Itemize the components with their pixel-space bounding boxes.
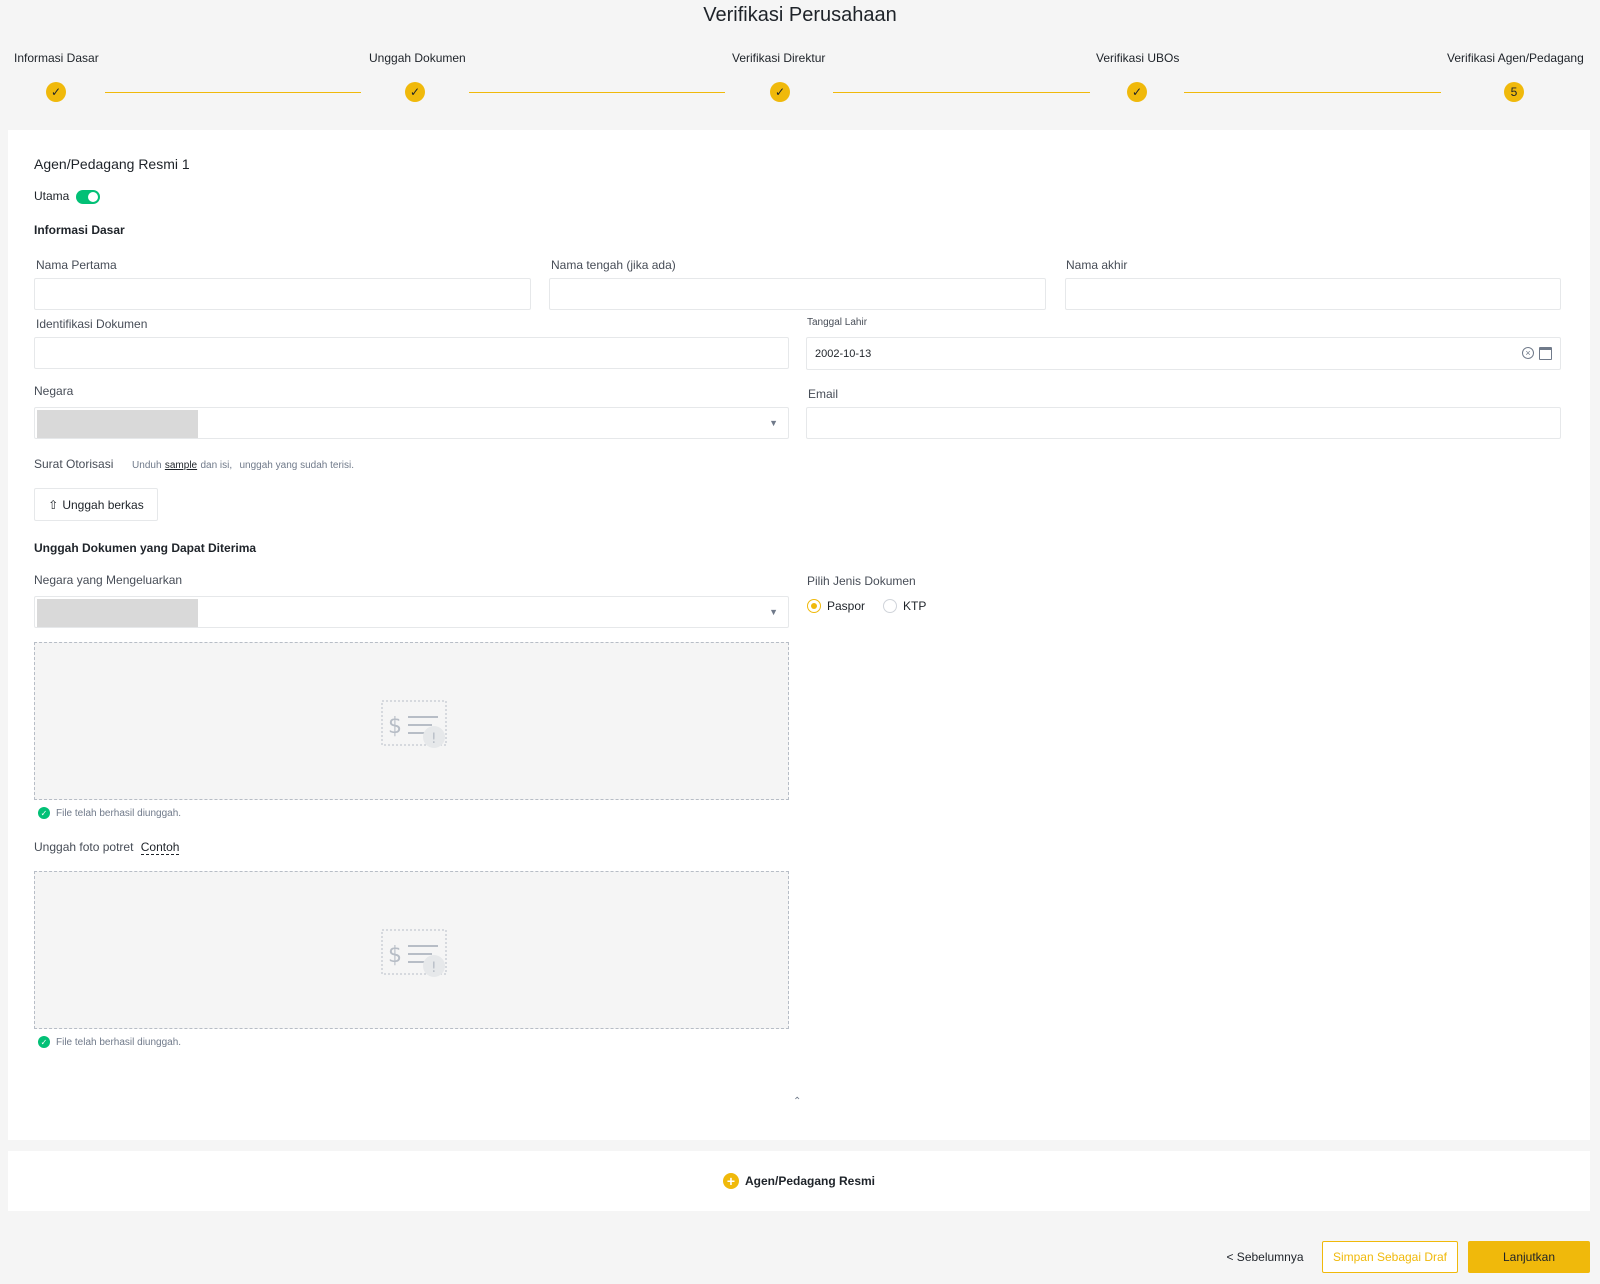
primary-label: Utama bbox=[34, 189, 70, 203]
success-check-icon: ✓ bbox=[38, 1036, 50, 1048]
first-name-label: Nama Pertama bbox=[36, 258, 117, 272]
document-placeholder-icon: $ ! bbox=[381, 929, 447, 977]
first-name-input[interactable] bbox=[34, 278, 531, 310]
chevron-down-icon: ▼ bbox=[769, 607, 778, 617]
step-label-verifikasi-direktur: Verifikasi Direktur bbox=[732, 51, 826, 65]
document-type-radios: Paspor KTP bbox=[807, 599, 926, 613]
country-label: Negara bbox=[34, 384, 74, 398]
upload-icon: ⇧ bbox=[48, 497, 59, 512]
step-number-badge: 5 bbox=[1504, 82, 1524, 102]
calendar-icon[interactable] bbox=[1539, 347, 1552, 360]
middle-name-label: Nama tengah (jika ada) bbox=[551, 258, 676, 272]
radio-ktp-label[interactable]: KTP bbox=[903, 599, 926, 613]
birth-date-label: Tanggal Lahir bbox=[807, 317, 868, 328]
portrait-dropzone[interactable]: $ ! bbox=[34, 871, 789, 1029]
add-agent-bar[interactable]: + Agen/Pedagang Resmi bbox=[8, 1151, 1590, 1211]
success-check-icon: ✓ bbox=[38, 807, 50, 819]
previous-button[interactable]: < Sebelumnya bbox=[1224, 1241, 1306, 1273]
country-select[interactable]: ▼ bbox=[34, 407, 789, 439]
authorization-hint-suffix: unggah yang sudah terisi. bbox=[239, 460, 355, 471]
portrait-label: Unggah foto potret bbox=[34, 840, 134, 854]
upload-success-text: File telah berhasil diunggah. bbox=[56, 1036, 182, 1048]
step-connector bbox=[1184, 92, 1441, 93]
save-draft-button[interactable]: Simpan Sebagai Draf bbox=[1322, 1241, 1458, 1273]
sample-link[interactable]: sample bbox=[165, 460, 197, 471]
middle-name-input[interactable] bbox=[549, 278, 1046, 310]
authorization-hint-middle: dan isi, bbox=[200, 460, 233, 471]
issuing-country-label: Negara yang Mengeluarkan bbox=[34, 573, 183, 587]
birth-date-input[interactable]: 2002-10-13 × bbox=[806, 337, 1561, 370]
last-name-label: Nama akhir bbox=[1066, 258, 1128, 272]
example-link[interactable]: Contoh bbox=[140, 840, 180, 855]
step-check-icon: ✓ bbox=[405, 82, 425, 102]
toggle-knob bbox=[88, 192, 98, 202]
step-label-verifikasi-agen: Verifikasi Agen/Pedagang bbox=[1447, 51, 1584, 65]
step-connector bbox=[469, 92, 725, 93]
add-agent-label: Agen/Pedagang Resmi bbox=[744, 1174, 876, 1188]
authorization-hint-prefix: Unduh bbox=[132, 460, 162, 471]
issuing-country-selected-value bbox=[37, 599, 198, 627]
document-type-label: Pilih Jenis Dokumen bbox=[807, 574, 916, 588]
document-placeholder-icon: $ ! bbox=[381, 700, 447, 748]
authorization-row: Surat Otorisasi Unduh sample dan isi, un… bbox=[34, 457, 354, 471]
documents-title: Unggah Dokumen yang Dapat Diterima bbox=[34, 541, 257, 555]
step-label-unggah-dokumen: Unggah Dokumen bbox=[369, 51, 466, 65]
email-input[interactable] bbox=[806, 407, 1561, 439]
radio-paspor[interactable] bbox=[807, 599, 821, 613]
birth-date-value: 2002-10-13 bbox=[815, 347, 872, 360]
page-title: Verifikasi Perusahaan bbox=[703, 4, 897, 26]
upload-file-label: Unggah berkas bbox=[62, 497, 144, 512]
clear-icon[interactable]: × bbox=[1522, 347, 1534, 359]
upload-file-button[interactable]: ⇧ Unggah berkas bbox=[34, 488, 158, 521]
radio-ktp[interactable] bbox=[883, 599, 898, 613]
upload-success-message: ✓ File telah berhasil diunggah. bbox=[38, 1036, 181, 1048]
continue-button[interactable]: Lanjutkan bbox=[1468, 1241, 1590, 1273]
step-label-verifikasi-ubos: Verifikasi UBOs bbox=[1096, 51, 1180, 65]
step-check-icon: ✓ bbox=[770, 82, 790, 102]
authorization-label: Surat Otorisasi bbox=[34, 457, 114, 471]
id-document-label: Identifikasi Dokumen bbox=[36, 317, 148, 331]
radio-paspor-label[interactable]: Paspor bbox=[827, 599, 865, 613]
agent-title: Agen/Pedagang Resmi 1 bbox=[34, 156, 190, 172]
document-dropzone[interactable]: $ ! bbox=[34, 642, 789, 800]
step-check-icon: ✓ bbox=[1127, 82, 1147, 102]
step-check-icon: ✓ bbox=[46, 82, 66, 102]
step-label-informasi-dasar: Informasi Dasar bbox=[14, 51, 99, 65]
step-connector bbox=[833, 92, 1090, 93]
svg-text:!: ! bbox=[431, 960, 437, 976]
last-name-input[interactable] bbox=[1065, 278, 1561, 310]
country-selected-value bbox=[37, 410, 198, 438]
svg-text:!: ! bbox=[431, 731, 437, 747]
basic-info-title: Informasi Dasar bbox=[34, 223, 125, 237]
chevron-down-icon: ▼ bbox=[769, 418, 778, 428]
upload-success-text: File telah berhasil diunggah. bbox=[56, 807, 182, 819]
svg-text:$: $ bbox=[388, 943, 402, 968]
step-connector bbox=[105, 92, 361, 93]
collapse-icon[interactable]: ⌃ bbox=[793, 1096, 801, 1107]
svg-text:$: $ bbox=[388, 714, 402, 739]
issuing-country-select[interactable]: ▼ bbox=[34, 596, 789, 628]
id-document-input[interactable] bbox=[34, 337, 789, 369]
primary-toggle[interactable] bbox=[76, 190, 100, 204]
email-label: Email bbox=[808, 387, 839, 401]
portrait-row: Unggah foto potret Contoh bbox=[34, 840, 180, 855]
upload-success-message: ✓ File telah berhasil diunggah. bbox=[38, 807, 181, 819]
agent-card: Agen/Pedagang Resmi 1 Utama Informasi Da… bbox=[8, 130, 1590, 1140]
add-circle-icon: + bbox=[722, 1173, 739, 1189]
